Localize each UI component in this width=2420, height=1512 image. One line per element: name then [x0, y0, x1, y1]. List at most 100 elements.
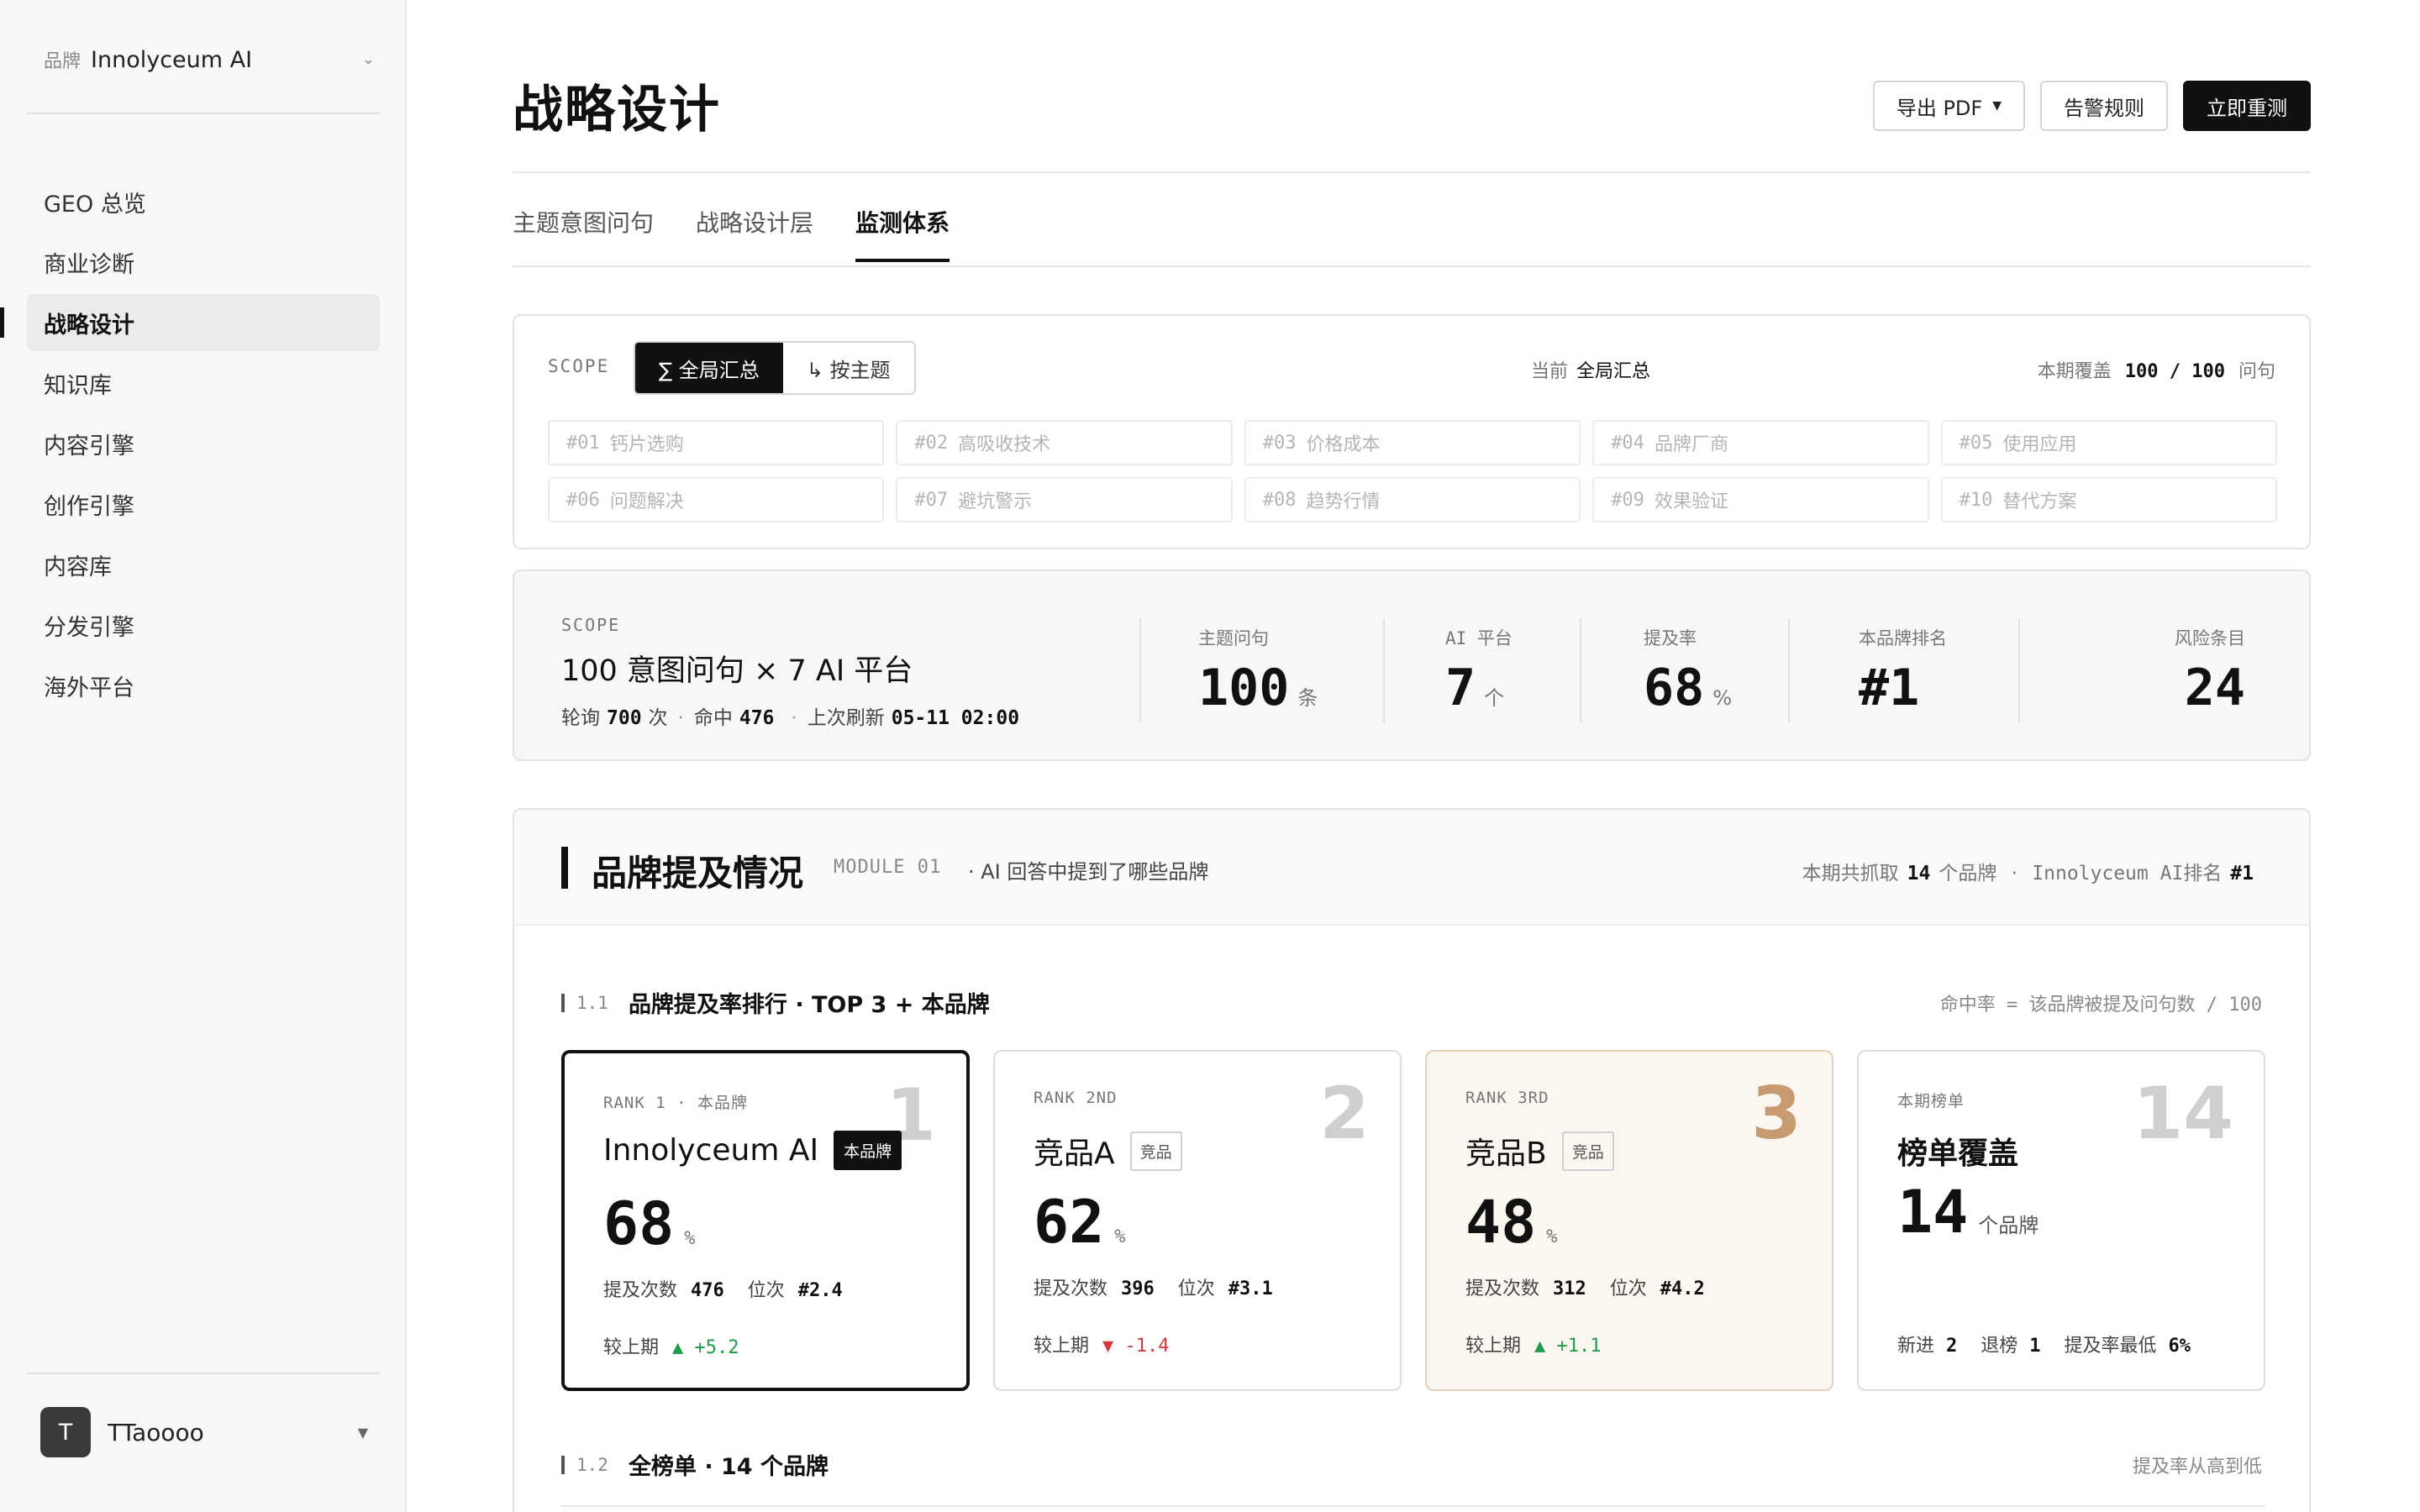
mention-rate-unit: %	[684, 1228, 696, 1249]
scope-current-value: 全局汇总	[1576, 361, 1651, 382]
sidebar-item-distribution-engine[interactable]: 分发引擎	[27, 596, 380, 654]
alert-rules-button[interactable]: 告警规则	[2040, 81, 2168, 131]
list-coverage-card[interactable]: 本期榜单 14 榜单覆盖 14 个品牌 新进 2 退榜 1 提及率最低 6%	[1857, 1050, 2265, 1391]
stats-divider	[1139, 618, 1141, 722]
brand-selector[interactable]: 品牌 Innolyceum AI ⌄	[44, 40, 380, 79]
module-accent-bar	[561, 847, 568, 889]
main-content: 战略设计 导出 PDF ▼ 告警规则 立即重测 主题意图问句 战略设计层 监测体…	[513, 0, 2311, 1512]
avatar: T	[40, 1407, 91, 1457]
rank-card-competitor-b[interactable]: RANK 3RD 3 竞品B 竞品 48% 提及次数 312 位次 #4.2 较上期 ▲…	[1425, 1050, 1833, 1391]
topic-chip-number: #09	[1611, 489, 1644, 511]
module-meta-prefix: 本期共抓取	[1802, 863, 1899, 885]
stats-divider	[1383, 618, 1385, 722]
sidebar-item-creation-engine[interactable]: 创作引擎	[27, 475, 380, 533]
poll-unit: 次	[648, 707, 668, 729]
topic-chip[interactable]: #09 效果验证	[1592, 477, 1929, 522]
stat-label: AI 平台	[1445, 628, 1512, 648]
coverage-big-number: 14	[2133, 1072, 2233, 1156]
module-title: 品牌提及情况	[592, 853, 804, 894]
sidebar-item-strategy-design[interactable]: 战略设计	[0, 294, 380, 351]
rank-number: 2	[1319, 1072, 1370, 1156]
brand-selector-value: Innolyceum AI	[91, 46, 253, 73]
brand-selector-label: 品牌	[44, 51, 82, 72]
sidebar-nav: GEO 总览 商业诊断 战略设计 知识库 内容引擎 创作引擎 内容库 分发引擎 …	[0, 173, 380, 717]
topic-chip[interactable]: #02 高吸收技术	[896, 420, 1233, 465]
stat-value: 7	[1445, 659, 1476, 717]
scope-coverage-value: 100 / 100	[2124, 361, 2225, 382]
sidebar-item-geo-overview[interactable]: GEO 总览	[27, 173, 380, 230]
stat-risk-items: 风险条目 24	[2175, 625, 2245, 717]
module-code: MODULE 01	[834, 857, 942, 878]
module-meta-rank: #1	[2230, 863, 2254, 885]
rank-card-own-brand[interactable]: RANK 1 · 本品牌 1 Innolyceum AI 本品牌 68% 提及次…	[561, 1050, 970, 1391]
module-meta: 本期共抓取 14 个品牌 · Innolyceum AI排名 #1	[1802, 857, 2262, 885]
module-meta-count: 14	[1907, 863, 1931, 885]
stat-brand-rank: 本品牌排名 #1	[1859, 625, 1947, 717]
topic-chip[interactable]: #07 避坑警示	[896, 477, 1233, 522]
module-meta-unit: 个品牌	[1939, 863, 1997, 885]
mention-rate: 48%	[1465, 1188, 1558, 1257]
lowest-rate-value: 6%	[2168, 1336, 2191, 1357]
tab-strategy-design-layer[interactable]: 战略设计层	[696, 205, 813, 262]
dropped-value: 1	[2029, 1336, 2041, 1357]
stat-value: #1	[1859, 659, 1920, 717]
stat-unit: %	[1712, 686, 1733, 710]
scope-coverage-label: 本期覆盖	[2037, 361, 2112, 382]
rerun-now-button[interactable]: 立即重测	[2183, 81, 2311, 131]
topic-chip[interactable]: #03 价格成本	[1244, 420, 1581, 465]
rank-label: RANK 1 · 本品牌	[603, 1094, 748, 1112]
sidebar-item-business-diagnosis[interactable]: 商业诊断	[27, 234, 380, 291]
position-value: #2.4	[797, 1280, 843, 1301]
mention-count-label: 提及次数	[1034, 1278, 1108, 1299]
mention-rate-value: 62	[1034, 1188, 1105, 1257]
scope-current-label: 当前	[1531, 361, 1569, 382]
period-change-label: 较上期	[603, 1337, 660, 1358]
period-change-down: ▼ -1.4	[1102, 1336, 1170, 1357]
topic-chip[interactable]: #06 问题解决	[548, 477, 885, 522]
topic-chip-number: #07	[914, 489, 949, 511]
export-pdf-button[interactable]: 导出 PDF ▼	[1872, 81, 2025, 131]
coverage-count-value: 14	[1897, 1178, 1969, 1247]
user-menu[interactable]: T TTaoooo ▼	[40, 1406, 376, 1458]
period-change-label: 较上期	[1465, 1336, 1522, 1357]
stat-topic-questions: 主题问句 100 条	[1198, 625, 1318, 717]
stats-divider	[1788, 618, 1790, 722]
position-value: #3.1	[1228, 1278, 1273, 1299]
separator: ·	[677, 707, 684, 729]
topic-chip[interactable]: #10 替代方案	[1940, 477, 2277, 522]
position-label: 位次	[747, 1280, 785, 1301]
topic-chip[interactable]: #08 趋势行情	[1244, 477, 1581, 522]
section-heading-bar	[561, 993, 565, 1012]
scope-toggle: ∑ 全局汇总 ↳ 按主题	[634, 341, 916, 395]
mention-rate-unit: %	[1114, 1226, 1126, 1247]
sidebar-item-knowledge-base[interactable]: 知识库	[27, 354, 380, 412]
tabs-divider	[513, 265, 2311, 267]
topic-chip[interactable]: #04 品牌厂商	[1592, 420, 1929, 465]
mention-count-label: 提及次数	[1465, 1278, 1540, 1299]
sidebar-item-overseas-platforms[interactable]: 海外平台	[27, 657, 380, 714]
sidebar-item-content-library[interactable]: 内容库	[27, 536, 380, 593]
tab-topic-intent-questions[interactable]: 主题意图问句	[513, 205, 654, 262]
stats-scope-label: SCOPE	[561, 615, 621, 635]
coverage-card-label: 本期榜单	[1897, 1092, 1965, 1110]
sidebar-divider	[27, 113, 380, 114]
mention-rate-value: 68	[603, 1189, 675, 1258]
stat-unit: 条	[1297, 686, 1318, 710]
tab-monitoring-system[interactable]: 监测体系	[855, 205, 950, 262]
scope-all-button[interactable]: ∑ 全局汇总	[635, 343, 783, 393]
topic-chip[interactable]: #05 使用应用	[1940, 420, 2277, 465]
topic-chip-name: 问题解决	[609, 491, 684, 512]
section-number: 1.2	[576, 1454, 608, 1475]
mention-rate-value: 48	[1465, 1188, 1537, 1257]
rank-card-competitor-a[interactable]: RANK 2ND 2 竞品A 竞品 62% 提及次数 396 位次 #3.1 较上期 ▼…	[993, 1050, 1402, 1391]
sidebar-item-content-engine[interactable]: 内容引擎	[27, 415, 380, 472]
scope-by-topic-button[interactable]: ↳ 按主题	[783, 343, 914, 393]
coverage-count: 14 个品牌	[1897, 1178, 2039, 1247]
competitor-badge: 竞品	[1561, 1131, 1614, 1171]
rank-label: RANK 3RD	[1465, 1089, 1549, 1107]
module-brand-mentions: 品牌提及情况 MODULE 01 · AI 回答中提到了哪些品牌 本期共抓取 14…	[513, 808, 2311, 1512]
dropdown-arrow-icon: ▼	[1992, 99, 2002, 113]
scope-coverage-unit: 问句	[2238, 361, 2275, 382]
brand-name-row: 竞品A 竞品	[1034, 1129, 1182, 1173]
topic-chip[interactable]: #01 钙片选购	[548, 420, 885, 465]
